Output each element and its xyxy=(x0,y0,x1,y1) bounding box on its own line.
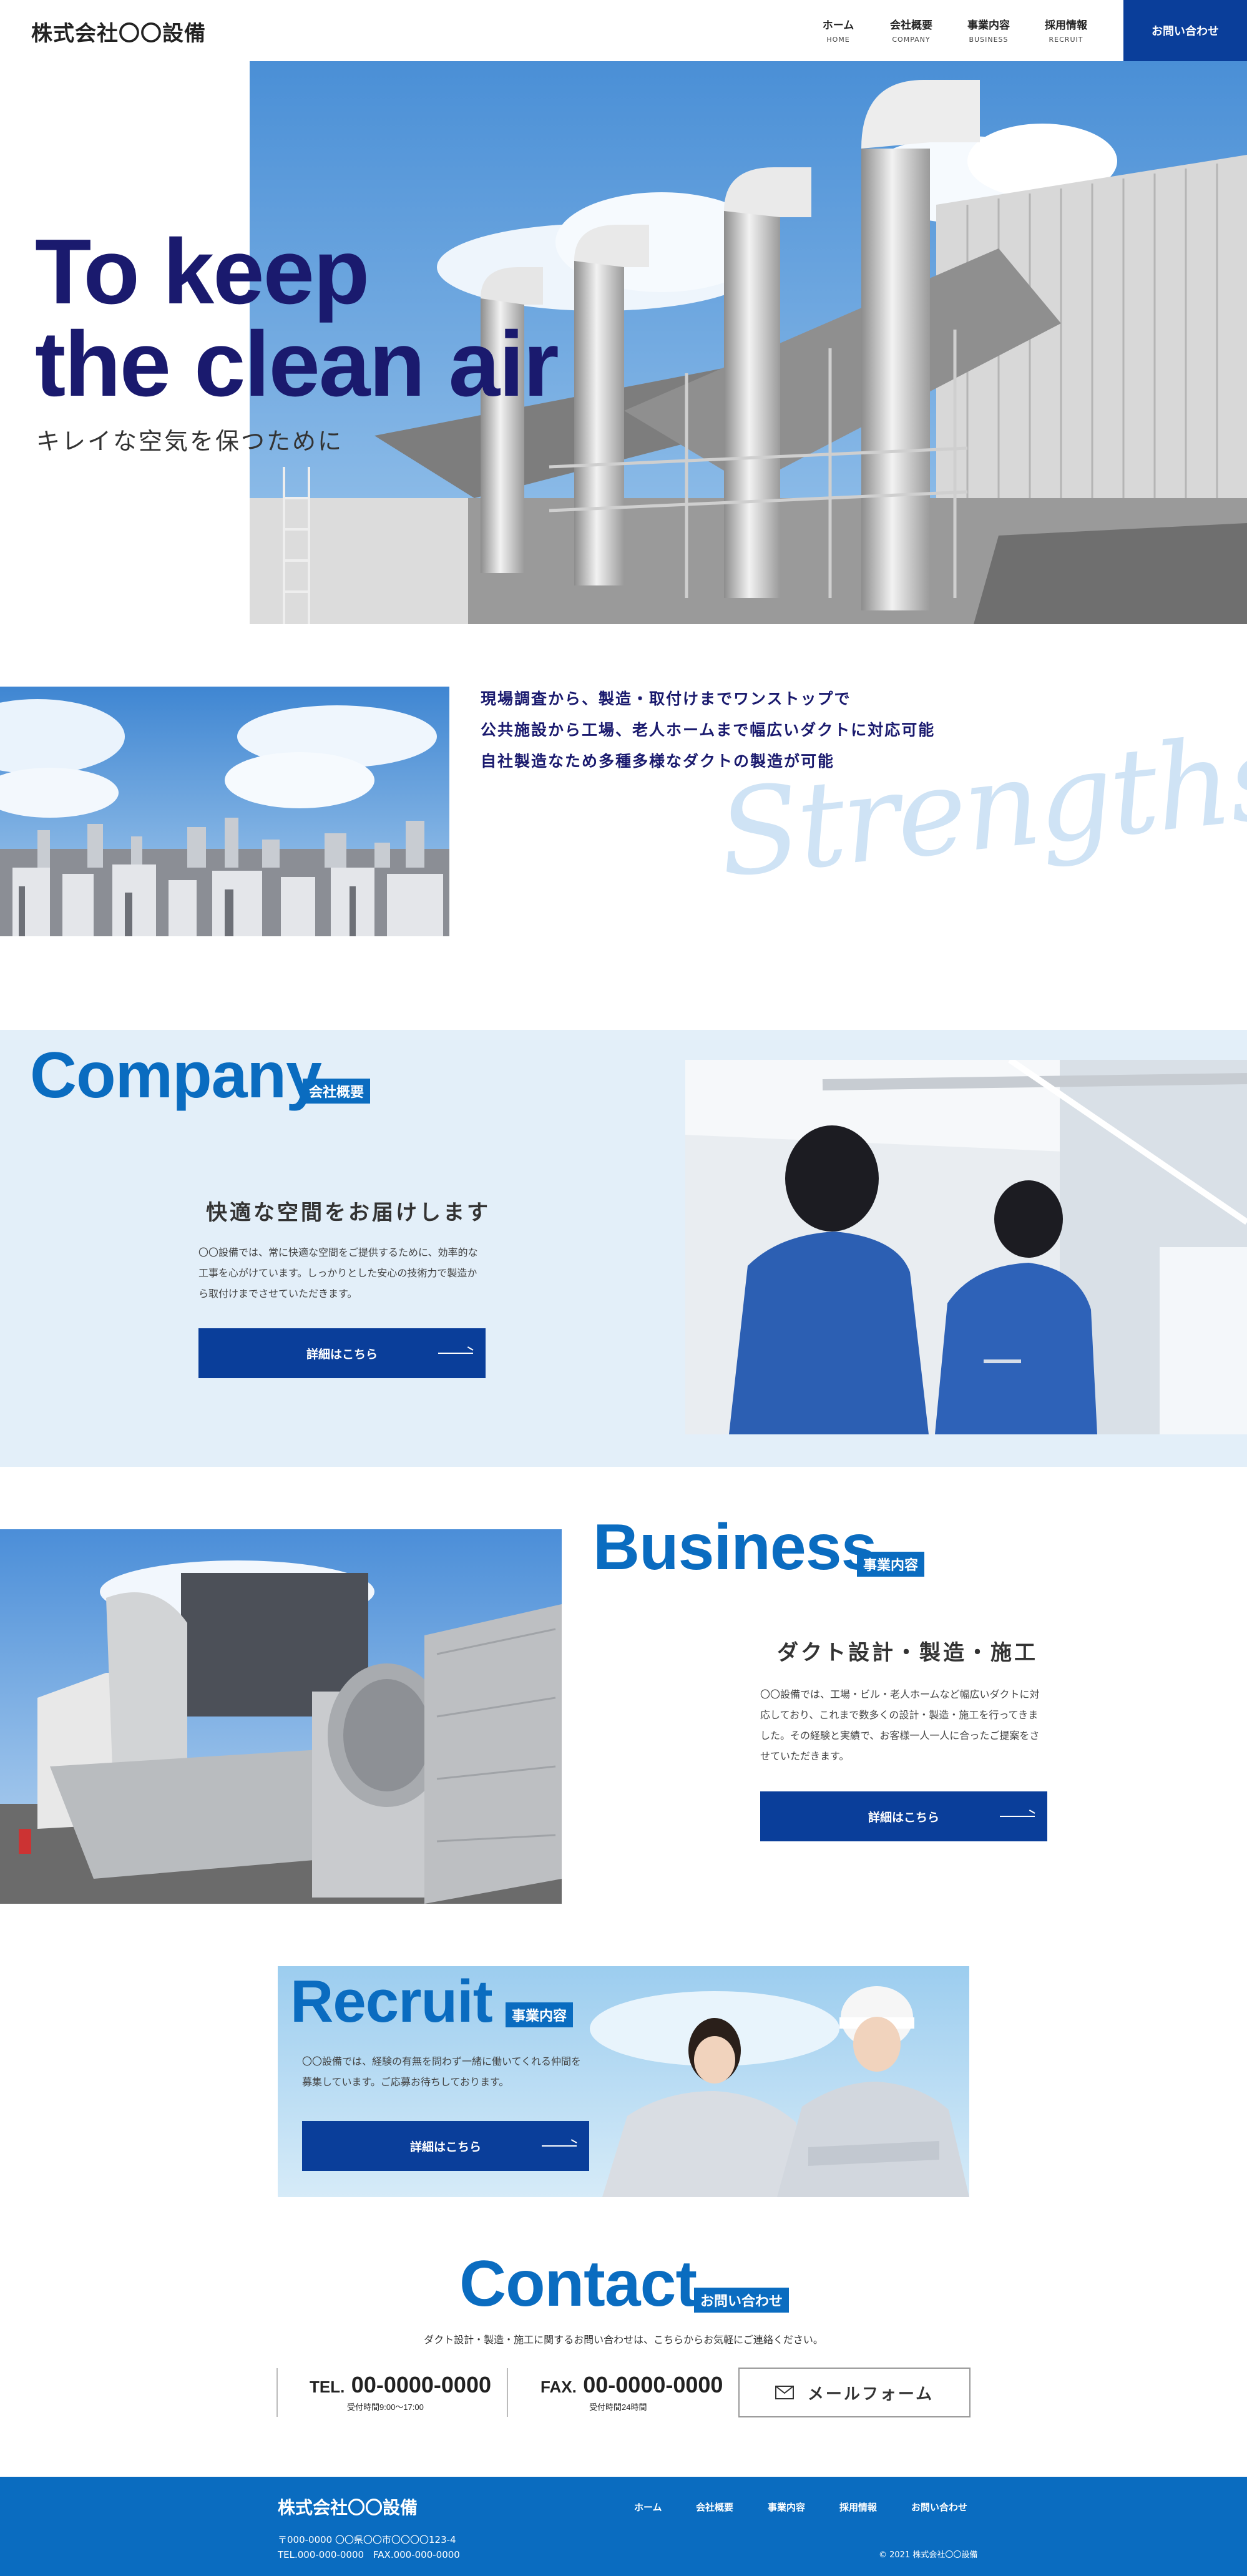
tel-block[interactable]: TEL. 00-0000-0000 受付時間9:00〜17:00 xyxy=(310,2372,491,2412)
footer-nav-recruit[interactable]: 採用情報 xyxy=(839,2500,877,2514)
nav-sublabel: COMPANY xyxy=(892,36,931,44)
header-contact-button[interactable]: お問い合わせ xyxy=(1123,0,1247,61)
contact-lead: ダクト設計・製造・施工に関するお問い合わせは、こちらからお気軽にご連絡ください。 xyxy=(424,2334,823,2346)
arrow-right-icon xyxy=(438,1353,473,1354)
business-body-line: 〇〇設備では、工場・ビル・老人ホームなど幅広いダクトに対 xyxy=(760,1688,1040,1700)
divider xyxy=(507,2368,508,2417)
business-body: 〇〇設備では、工場・ビル・老人ホームなど幅広いダクトに対 応しており、これまで数… xyxy=(760,1684,1040,1766)
fax-block: FAX. 00-0000-0000 受付時間24時間 xyxy=(540,2372,723,2412)
tel-hours: 受付時間9:00〜17:00 xyxy=(347,2402,424,2412)
arrow-right-icon xyxy=(542,2145,577,2147)
recruit-body-line: 〇〇設備では、経験の有無を問わず一緒に働いてくれる仲間を xyxy=(302,2055,582,2067)
footer-copyright: © 2021 株式会社〇〇設備 xyxy=(879,2550,978,2560)
hero-subtitle: キレイな空気を保つために xyxy=(36,428,344,455)
business-duct-photo xyxy=(0,1529,562,1904)
business-heading: ダクト設計・製造・施工 xyxy=(777,1640,1038,1665)
nav-sublabel: RECRUIT xyxy=(1049,36,1083,44)
business-detail-button[interactable]: 詳細はこちら xyxy=(760,1791,1047,1841)
business-body-line: 応しており、これまで数多くの設計・製造・施工を行ってきま xyxy=(760,1709,1039,1721)
button-label: 詳細はこちら xyxy=(868,1810,939,1824)
recruit-tag: 事業内容 xyxy=(506,2002,574,2027)
company-tag: 会社概要 xyxy=(303,1079,371,1104)
company-body-line: 〇〇設備では、常に快適な空間をご提供するために、効率的な xyxy=(198,1246,478,1258)
nav-label: 採用情報 xyxy=(1045,19,1087,32)
company-body: 〇〇設備では、常に快適な空間をご提供するために、効率的な 工事を心がけています。… xyxy=(198,1242,478,1304)
footer-logo[interactable]: 株式会社〇〇設備 xyxy=(278,2494,418,2519)
business-tag: 事業内容 xyxy=(857,1552,925,1577)
strength-line-1: 現場調査から、製造・取付けまでワンストップで xyxy=(481,690,851,708)
footer-nav-business[interactable]: 事業内容 xyxy=(768,2500,805,2514)
nav-item-business[interactable]: 事業内容 BUSINESS xyxy=(945,16,1032,44)
business-title: Business xyxy=(593,1511,877,1584)
nav-item-recruit[interactable]: 採用情報 RECRUIT xyxy=(1022,16,1110,44)
hero-title-line2: the clean air xyxy=(35,313,559,416)
button-label: 詳細はこちら xyxy=(306,1347,378,1361)
hero-title: To keep the clean air xyxy=(35,220,559,416)
nav-label: 会社概要 xyxy=(890,19,932,32)
site-logo[interactable]: 株式会社〇〇設備 xyxy=(31,16,206,47)
button-label: 詳細はこちら xyxy=(409,2140,481,2154)
mail-button-label: メールフォーム xyxy=(807,2384,934,2404)
city-skyline-photo xyxy=(0,687,449,936)
nav-label: 事業内容 xyxy=(967,19,1010,32)
mail-form-button[interactable]: メールフォーム xyxy=(738,2368,971,2417)
recruit-title: Recruit xyxy=(290,1968,493,2035)
company-title: Company xyxy=(30,1039,322,1112)
fax-number: 00-0000-0000 xyxy=(583,2372,723,2397)
company-workers-photo xyxy=(685,1060,1247,1434)
tel-label: TEL. xyxy=(310,2378,345,2396)
nav-item-company[interactable]: 会社概要 COMPANY xyxy=(868,16,955,44)
footer-nav-contact[interactable]: お問い合わせ xyxy=(911,2500,967,2514)
tel-number: 00-0000-0000 xyxy=(351,2372,491,2397)
company-body-line: 工事を心がけています。しっかりとした安心の技術力で製造か xyxy=(198,1267,477,1279)
footer xyxy=(0,2477,1247,2576)
hero-title-line1: To keep xyxy=(35,220,369,323)
mail-icon xyxy=(775,2386,794,2399)
recruit-body-line: 募集しています。ご応募お待ちしております。 xyxy=(302,2076,509,2088)
contact-title: Contact xyxy=(459,2248,697,2320)
business-body-line: せていただきます。 xyxy=(760,1750,849,1762)
strength-line-2: 公共施設から工場、老人ホームまで幅広いダクトに対応可能 xyxy=(481,721,936,739)
nav-sublabel: BUSINESS xyxy=(969,36,1009,44)
footer-nav-company[interactable]: 会社概要 xyxy=(696,2500,733,2514)
recruit-body: 〇〇設備では、経験の有無を問わず一緒に働いてくれる仲間を 募集しています。ご応募… xyxy=(302,2051,581,2092)
company-heading: 快適な空間をお届けします xyxy=(206,1200,491,1225)
arrow-right-icon xyxy=(1000,1816,1035,1817)
footer-address: 〒000-0000 〇〇県〇〇市〇〇〇〇123-4 xyxy=(278,2534,456,2545)
company-body-line: ら取付けまでさせていただきます。 xyxy=(198,1288,358,1300)
company-detail-button[interactable]: 詳細はこちら xyxy=(198,1328,486,1378)
fax-hours: 受付時間24時間 xyxy=(589,2402,647,2412)
fax-label: FAX. xyxy=(540,2378,577,2396)
contact-tag: お問い合わせ xyxy=(694,2288,790,2313)
business-body-line: した。その経験と実績で、お客様一人一人に合ったご提案をさ xyxy=(760,1730,1040,1741)
recruit-detail-button[interactable]: 詳細はこちら xyxy=(302,2121,589,2171)
footer-nav-home[interactable]: ホーム xyxy=(634,2500,662,2514)
footer-telfax: TEL.000-000-0000 FAX.000-000-0000 xyxy=(278,2549,460,2560)
divider xyxy=(276,2368,278,2417)
